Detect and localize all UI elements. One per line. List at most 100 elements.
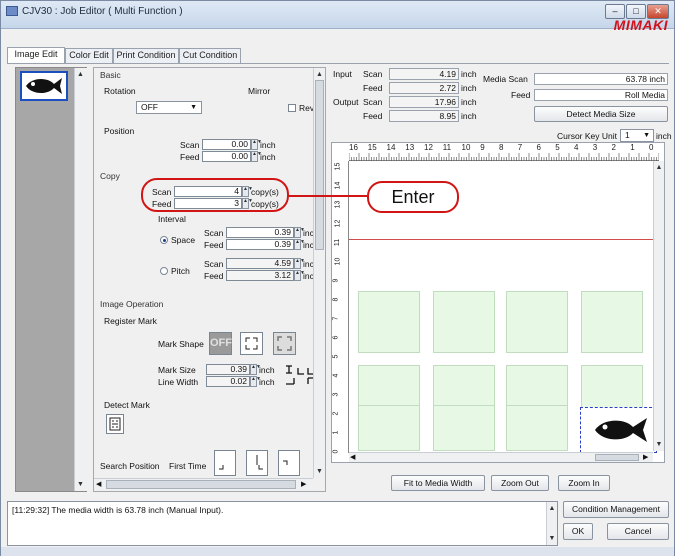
cursor-key-unit-dropdown[interactable]: 1 ▼ <box>620 129 654 142</box>
ruler-h-label: 10 <box>461 143 471 152</box>
tab-print-condition[interactable]: Print Condition <box>113 48 179 63</box>
search-pos-1-button[interactable] <box>214 450 236 476</box>
tab-divider <box>7 63 669 64</box>
settings-hscrollbar[interactable]: ◀ ▶ <box>94 478 313 490</box>
pitch-feed-spinner[interactable]: ▲▼ <box>294 270 305 281</box>
canvas-hscrollbar[interactable]: ◀ ▶ <box>349 452 653 462</box>
thumbnail-list[interactable]: ▲ ▼ <box>15 67 87 492</box>
mark-size-spinner[interactable]: ▲▼ <box>250 364 261 375</box>
ruler-v-label: 13 <box>334 200 342 209</box>
ruler-v-label: 9 <box>332 278 340 283</box>
position-scan-input[interactable]: 0.00 <box>202 139 251 150</box>
pitch-scan-label: Scan <box>204 259 224 269</box>
tab-cut-condition[interactable]: Cut Condition <box>179 48 241 63</box>
copy-cell <box>581 291 643 353</box>
pitch-label: Pitch <box>171 266 190 276</box>
ruler-v-label: 6 <box>332 335 340 340</box>
scroll-down-icon[interactable]: ▼ <box>654 439 664 450</box>
media-scan-value: 63.78 inch <box>534 73 668 85</box>
ruler-v-label: 0 <box>332 449 340 454</box>
rotation-dropdown[interactable]: OFF ▼ <box>136 101 202 114</box>
copy-cell <box>433 291 495 353</box>
position-feed-spinner[interactable]: ▲▼ <box>251 151 262 162</box>
settings-hscroll-thumb[interactable] <box>106 480 296 489</box>
job-editor-window: CJV30 : Job Editor ( Multi Function ) – … <box>0 0 675 556</box>
canvas-hscroll-thumb[interactable] <box>595 454 639 461</box>
horizontal-ruler: 16 15 14 13 12 11 10 9 8 7 6 5 4 3 2 1 0 <box>348 143 660 161</box>
ruler-v-label: 7 <box>332 316 340 321</box>
fit-to-media-width-button[interactable]: Fit to Media Width <box>391 475 485 491</box>
ruler-v-label: 10 <box>334 257 342 266</box>
position-scan-label: Scan <box>180 140 200 150</box>
pitch-feed-input[interactable]: 3.12 <box>226 270 294 281</box>
zoom-out-button[interactable]: Zoom Out <box>491 475 549 491</box>
mirror-checkbox[interactable] <box>288 104 296 112</box>
tab-image-edit[interactable]: Image Edit <box>7 47 65 63</box>
tab-color-edit[interactable]: Color Edit <box>65 48 113 63</box>
pitch-scan-input[interactable]: 4.59 <box>226 258 294 269</box>
ruler-h-label: 0 <box>649 143 654 152</box>
pitch-radio[interactable] <box>160 267 168 275</box>
selected-image[interactable] <box>580 407 657 453</box>
mark-shape-bracket-button[interactable] <box>273 332 296 355</box>
space-feed-spinner[interactable]: ▲▼ <box>294 239 305 250</box>
space-scan-spinner[interactable]: ▲▼ <box>294 227 305 238</box>
ruler-h-label: 12 <box>424 143 433 152</box>
position-scan-spinner[interactable]: ▲▼ <box>251 139 262 150</box>
scroll-left-icon[interactable]: ◀ <box>96 480 101 488</box>
detect-media-size-button[interactable]: Detect Media Size <box>534 106 668 122</box>
mirror-label: Mirror <box>248 86 271 96</box>
vertical-ruler: 15 14 13 12 11 10 9 8 7 6 5 4 3 2 1 0 <box>332 161 349 453</box>
space-scan-input[interactable]: 0.39 <box>226 227 294 238</box>
scroll-up-icon[interactable]: ▲ <box>75 69 86 80</box>
thumbnail-scrollbar[interactable]: ▲ ▼ <box>74 68 87 491</box>
corner-bottom-right-icon <box>256 455 263 470</box>
mirror-check-label: Rev <box>299 103 315 113</box>
search-pos-2-button[interactable] <box>246 450 268 476</box>
ruler-h-label: 11 <box>442 143 452 152</box>
ruler-v-label: 5 <box>332 354 340 359</box>
ok-button[interactable]: OK <box>563 523 593 540</box>
mark-size-input[interactable]: 0.39 <box>206 364 250 375</box>
zoom-in-button[interactable]: Zoom In <box>558 475 610 491</box>
pitch-scan-spinner[interactable]: ▲▼ <box>294 258 305 269</box>
line-width-spinner[interactable]: ▲▼ <box>250 376 261 387</box>
scroll-left-icon[interactable]: ◀ <box>350 453 355 461</box>
ruler-h-label: 2 <box>611 143 616 152</box>
copy-cell <box>506 405 568 451</box>
rotation-label: Rotation <box>104 86 136 96</box>
ruler-h-label: 9 <box>480 143 485 152</box>
condition-management-button[interactable]: Condition Management <box>563 501 669 518</box>
ruler-h-label: 5 <box>555 143 560 152</box>
output-scan-value: 17.96 <box>389 96 459 108</box>
log-scrollbar[interactable]: ▲ ▼ <box>546 502 557 545</box>
canvas-vscrollbar[interactable]: ▲ ▼ <box>653 161 664 451</box>
scroll-up-icon[interactable]: ▲ <box>654 162 664 173</box>
scroll-down-icon[interactable]: ▼ <box>314 466 325 477</box>
settings-vscrollbar[interactable]: ▲ ▼ <box>313 68 325 478</box>
position-scan-unit: inch <box>260 140 276 150</box>
position-feed-input[interactable]: 0.00 <box>202 151 251 162</box>
scroll-down-icon[interactable]: ▼ <box>75 479 86 490</box>
mark-shape-corner-button[interactable] <box>240 332 263 355</box>
settings-scroll-thumb[interactable] <box>315 80 324 250</box>
scroll-right-icon[interactable]: ▶ <box>643 453 648 461</box>
scroll-up-icon[interactable]: ▲ <box>547 503 557 514</box>
line-width-input[interactable]: 0.02 <box>206 376 250 387</box>
scroll-right-icon[interactable]: ▶ <box>301 480 306 488</box>
corner-top-left-icon <box>283 460 288 465</box>
status-bar <box>1 547 674 556</box>
detect-mark-button[interactable] <box>106 414 124 434</box>
scroll-up-icon[interactable]: ▲ <box>314 69 325 80</box>
corner-marks-icon <box>245 337 258 350</box>
space-feed-input[interactable]: 0.39 <box>226 239 294 250</box>
search-pos-3-button[interactable] <box>278 450 300 476</box>
scroll-down-icon[interactable]: ▼ <box>547 533 557 544</box>
space-radio[interactable] <box>160 236 168 244</box>
cancel-button[interactable]: Cancel <box>607 523 669 540</box>
callout-leader-line <box>289 195 367 197</box>
cursor-key-unit-inch: inch <box>656 131 672 141</box>
copy-cell <box>506 291 568 353</box>
mark-shape-off-button[interactable]: OFF <box>209 332 232 355</box>
thumbnail-fish[interactable] <box>20 71 68 101</box>
